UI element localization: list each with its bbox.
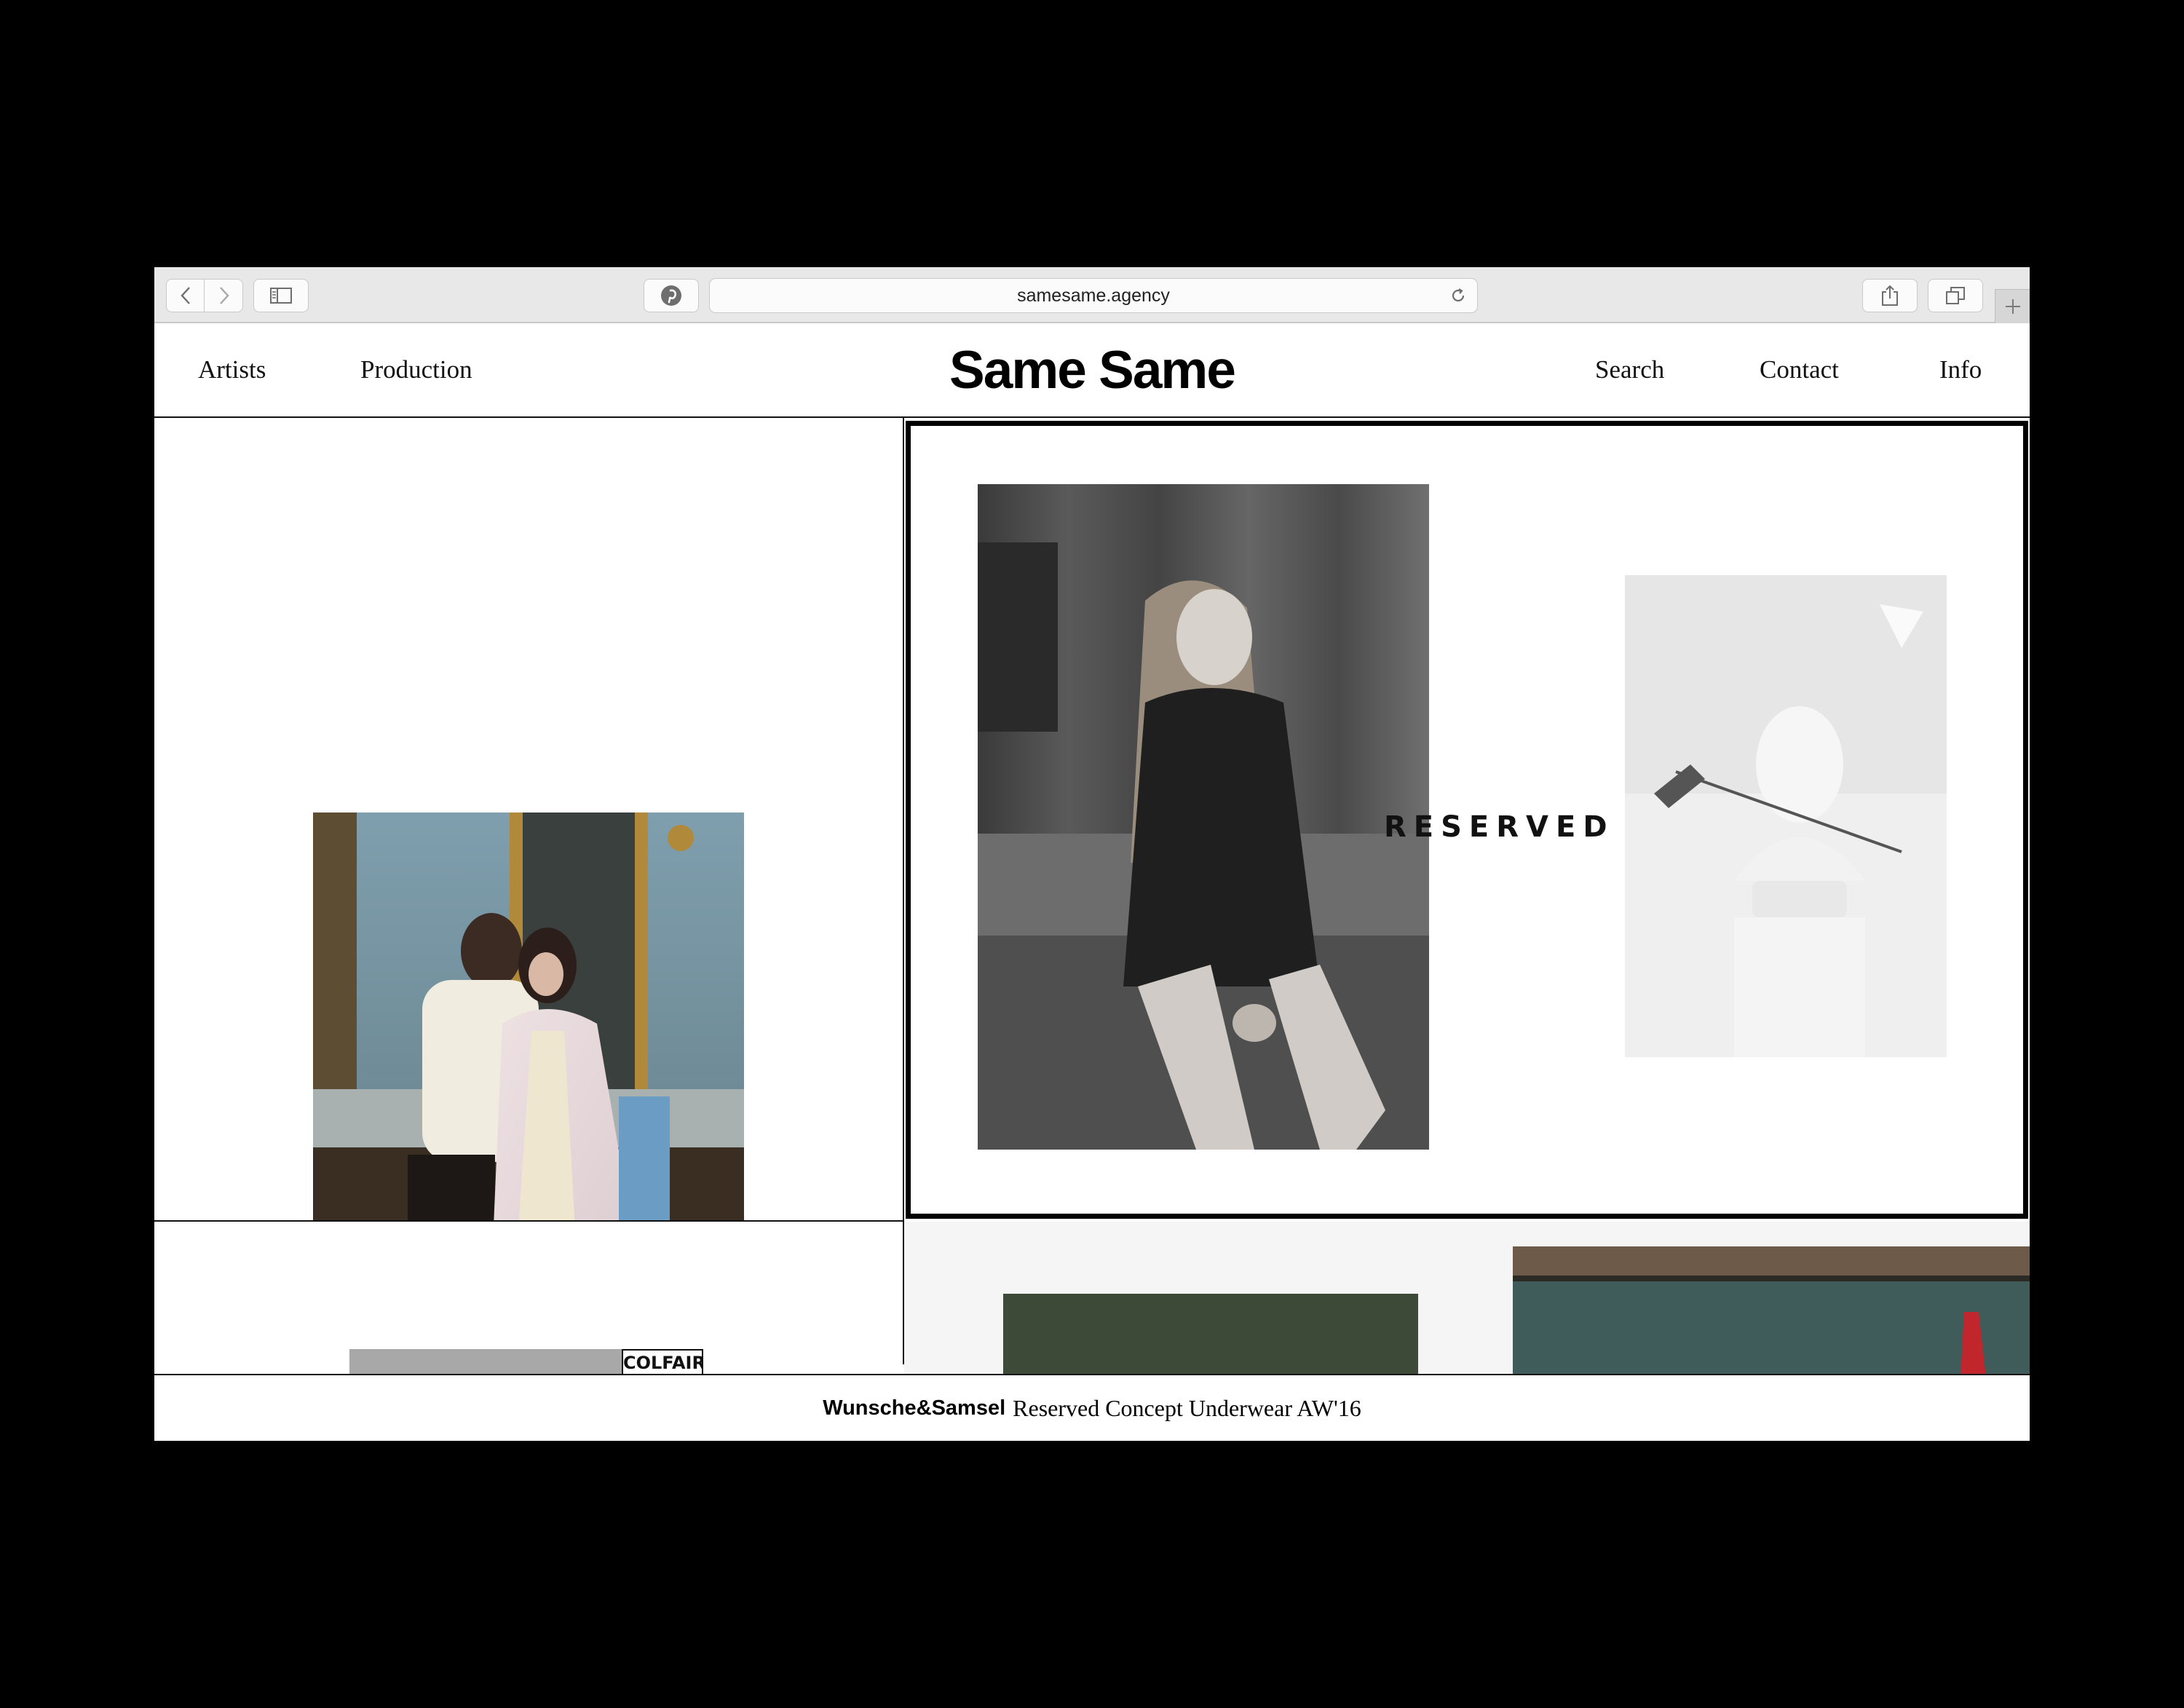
site-logo-text[interactable]: Same Same — [949, 341, 1236, 400]
site-header: Artists Production Same Same Search Cont… — [154, 323, 2030, 418]
plus-icon — [2005, 299, 2020, 314]
new-tab-button[interactable] — [1995, 289, 2030, 323]
nav-info[interactable]: Info — [1939, 323, 1982, 416]
share-button[interactable] — [1862, 279, 1918, 312]
green-wall-photo — [1003, 1294, 1418, 1374]
bust-photo — [1625, 575, 1947, 1057]
pinterest-button[interactable] — [644, 279, 699, 312]
teal-room-photo — [1513, 1246, 2030, 1374]
nav-search[interactable]: Search — [1595, 323, 1664, 416]
caption-project: Reserved Concept Underwear AW'16 — [1013, 1394, 1361, 1421]
reload-icon[interactable] — [1449, 287, 1467, 304]
project-tile-couple[interactable] — [154, 419, 903, 1220]
sidebar-button[interactable] — [253, 279, 309, 312]
address-bar[interactable]: samesame.agency — [709, 278, 1478, 313]
project-tile-colfair[interactable]: COLFAIR — [154, 1222, 903, 1374]
history-nav — [166, 279, 243, 312]
project-tile-interiors[interactable] — [904, 1222, 2030, 1374]
browser-toolbar: samesame.agency — [154, 267, 2030, 323]
couple-photo-image — [313, 813, 744, 1220]
caption-artist[interactable]: Wunsche&Samsel — [823, 1396, 1005, 1420]
project-caption: Wunsche&Samsel Reserved Concept Underwea… — [154, 1374, 2030, 1441]
chevron-left-icon — [180, 287, 190, 304]
pinterest-icon — [661, 285, 681, 306]
tabs-icon — [1946, 287, 1965, 304]
nav-production[interactable]: Production — [360, 323, 472, 416]
share-icon — [1882, 285, 1898, 306]
woman-bw-photo — [978, 484, 1429, 1150]
chevron-right-icon — [220, 287, 229, 304]
nav-artists[interactable]: Artists — [198, 323, 266, 416]
sidebar-icon — [270, 288, 292, 304]
tabs-overview-button[interactable] — [1928, 279, 1983, 312]
browser-window: samesame.agency Artists Production Same … — [154, 267, 2030, 1441]
nav-contact[interactable]: Contact — [1760, 323, 1839, 416]
colfair-label: COLFAIR — [622, 1349, 703, 1374]
colfair-photo — [349, 1349, 629, 1374]
forward-button[interactable] — [205, 280, 242, 312]
back-button[interactable] — [167, 280, 205, 312]
project-tile-reserved[interactable]: RESERVED — [906, 421, 2028, 1219]
url-text: samesame.agency — [1017, 285, 1170, 306]
reserved-brand-logo: RESERVED — [1384, 810, 1615, 844]
